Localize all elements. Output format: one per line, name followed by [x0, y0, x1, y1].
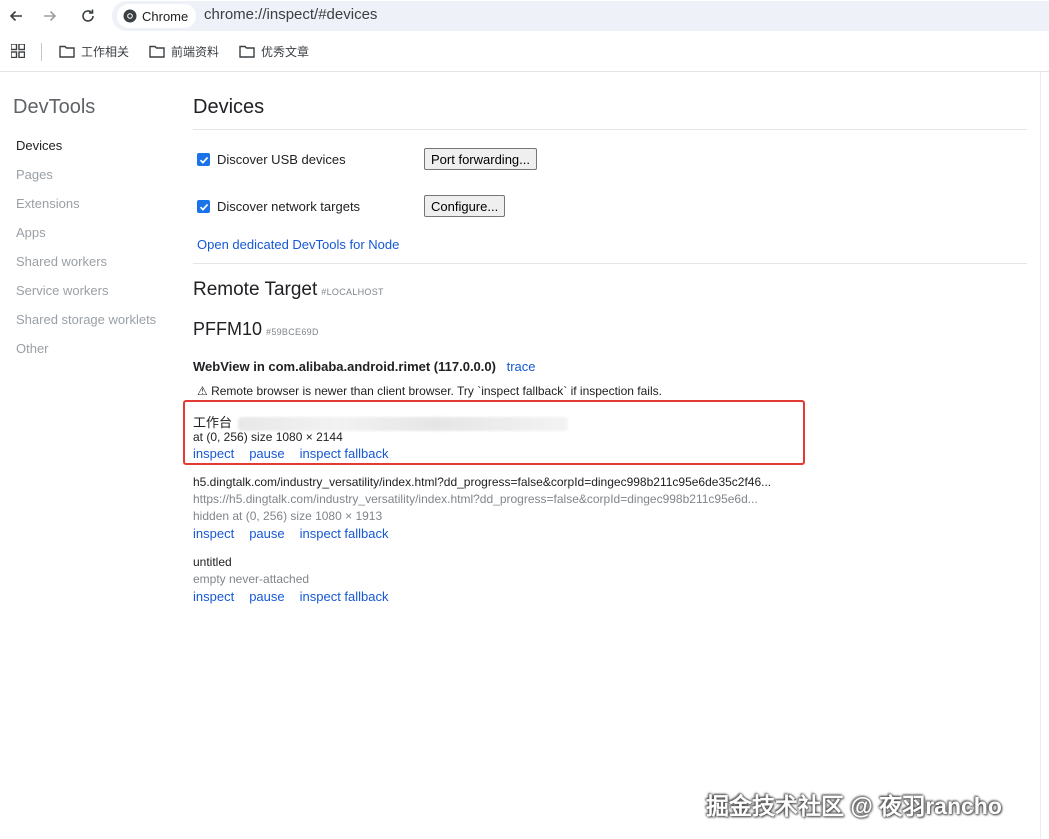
bookmark-label: 工作相关	[81, 45, 130, 59]
target-3-pause-link[interactable]: pause	[249, 589, 284, 604]
discover-usb-label: Discover USB devices	[217, 152, 346, 167]
remote-browser-name: WebView in com.alibaba.android.rimet (11…	[193, 359, 496, 374]
discover-network-label: Discover network targets	[217, 199, 361, 214]
port-forwarding-button[interactable]: Port forwarding...	[424, 148, 537, 170]
arrow-left-icon	[9, 10, 22, 22]
target-3-inspect-link[interactable]: inspect	[193, 589, 234, 604]
target-2-actions: inspect pause inspect fallback	[193, 526, 389, 541]
remote-target-title: Remote Target	[193, 279, 318, 300]
remote-target-heading: Remote Target #LOCALHOST	[193, 279, 384, 301]
site-chip[interactable]: Chrome	[117, 4, 197, 28]
discover-usb-checkbox[interactable]	[197, 153, 210, 166]
sidebar-item-service-workers[interactable]: Service workers	[16, 283, 108, 298]
arrow-right-icon	[44, 10, 57, 22]
sidebar-item-apps[interactable]: Apps	[16, 225, 46, 240]
folder-icon	[59, 45, 75, 58]
sidebar-item-devices[interactable]: Devices	[16, 138, 62, 153]
url-text[interactable]: chrome://inspect/#devices	[204, 6, 377, 23]
reload-icon	[82, 9, 94, 22]
target-2-pause-link[interactable]: pause	[249, 526, 284, 541]
bookmark-folder-1[interactable]: 工作相关	[59, 43, 129, 60]
chrome-logo-icon	[123, 9, 137, 23]
apps-grid-icon[interactable]	[11, 44, 25, 58]
sidebar-item-other[interactable]: Other	[16, 341, 49, 356]
page-scrollbar[interactable]	[1040, 72, 1049, 839]
page-title: Devices	[193, 96, 265, 118]
bookmark-label: 前端资料	[171, 45, 220, 59]
back-button[interactable]	[4, 4, 28, 28]
sidebar-item-shared-storage-worklets[interactable]: Shared storage worklets	[16, 312, 156, 327]
target-2-info: hidden at (0, 256) size 1080 × 1913	[193, 509, 383, 523]
version-warning: ⚠ Remote browser is newer than client br…	[197, 384, 662, 398]
configure-button[interactable]: Configure...	[424, 195, 506, 217]
bookmark-folder-2[interactable]: 前端资料	[149, 43, 219, 60]
sidebar-item-extensions[interactable]: Extensions	[16, 196, 80, 211]
target-3-info: empty never-attached	[193, 572, 310, 586]
address-bar[interactable]: Chrome chrome://inspect/#devices	[112, 1, 1049, 31]
sidebar-item-shared-workers[interactable]: Shared workers	[16, 254, 107, 269]
highlight-box	[183, 400, 805, 465]
target-3-actions: inspect pause inspect fallback	[193, 589, 389, 604]
discover-network-row: Discover network targets	[197, 199, 360, 214]
sidebar-item-pages[interactable]: Pages	[16, 167, 53, 182]
reload-button[interactable]	[76, 4, 100, 28]
folder-icon	[239, 45, 255, 58]
trace-link[interactable]: trace	[507, 359, 536, 374]
discover-network-checkbox[interactable]	[197, 200, 210, 213]
remote-target-note: #LOCALHOST	[321, 287, 384, 297]
sidebar-title: DevTools	[13, 96, 96, 118]
bookmark-label: 优秀文章	[261, 45, 310, 59]
target-3-title: untitled	[193, 555, 232, 569]
remote-browser-line: WebView in com.alibaba.android.rimet (11…	[193, 359, 536, 374]
target-2-inspect-link[interactable]: inspect	[193, 526, 234, 541]
device-name: PFFM10	[193, 319, 263, 339]
device-heading: PFFM10 #59BCE69D	[193, 319, 319, 340]
bookmarks-bar: 工作相关 前端资料 优秀文章	[0, 32, 1049, 72]
target-3-inspect-fallback-link[interactable]: inspect fallback	[300, 589, 389, 604]
discover-usb-row: Discover USB devices	[197, 152, 346, 167]
forward-button[interactable]	[38, 4, 62, 28]
bookmark-folder-3[interactable]: 优秀文章	[239, 43, 309, 60]
checkmark-icon	[199, 156, 208, 164]
section-divider	[193, 263, 1027, 264]
target-2-title: h5.dingtalk.com/industry_versatility/ind…	[193, 475, 772, 489]
folder-icon	[149, 45, 165, 58]
node-devtools-link[interactable]: Open dedicated DevTools for Node	[197, 237, 399, 252]
target-2-inspect-fallback-link[interactable]: inspect fallback	[300, 526, 389, 541]
watermark: 掘金技术社区 @ 夜羽rancho	[706, 793, 1002, 819]
checkmark-icon	[199, 203, 208, 211]
title-divider	[193, 129, 1027, 130]
bookmarks-divider	[41, 43, 42, 61]
device-id: #59BCE69D	[266, 327, 319, 337]
target-2-url: https://h5.dingtalk.com/industry_versati…	[193, 492, 758, 506]
browser-toolbar: Chrome chrome://inspect/#devices	[0, 0, 1049, 32]
site-chip-label: Chrome	[142, 8, 189, 24]
